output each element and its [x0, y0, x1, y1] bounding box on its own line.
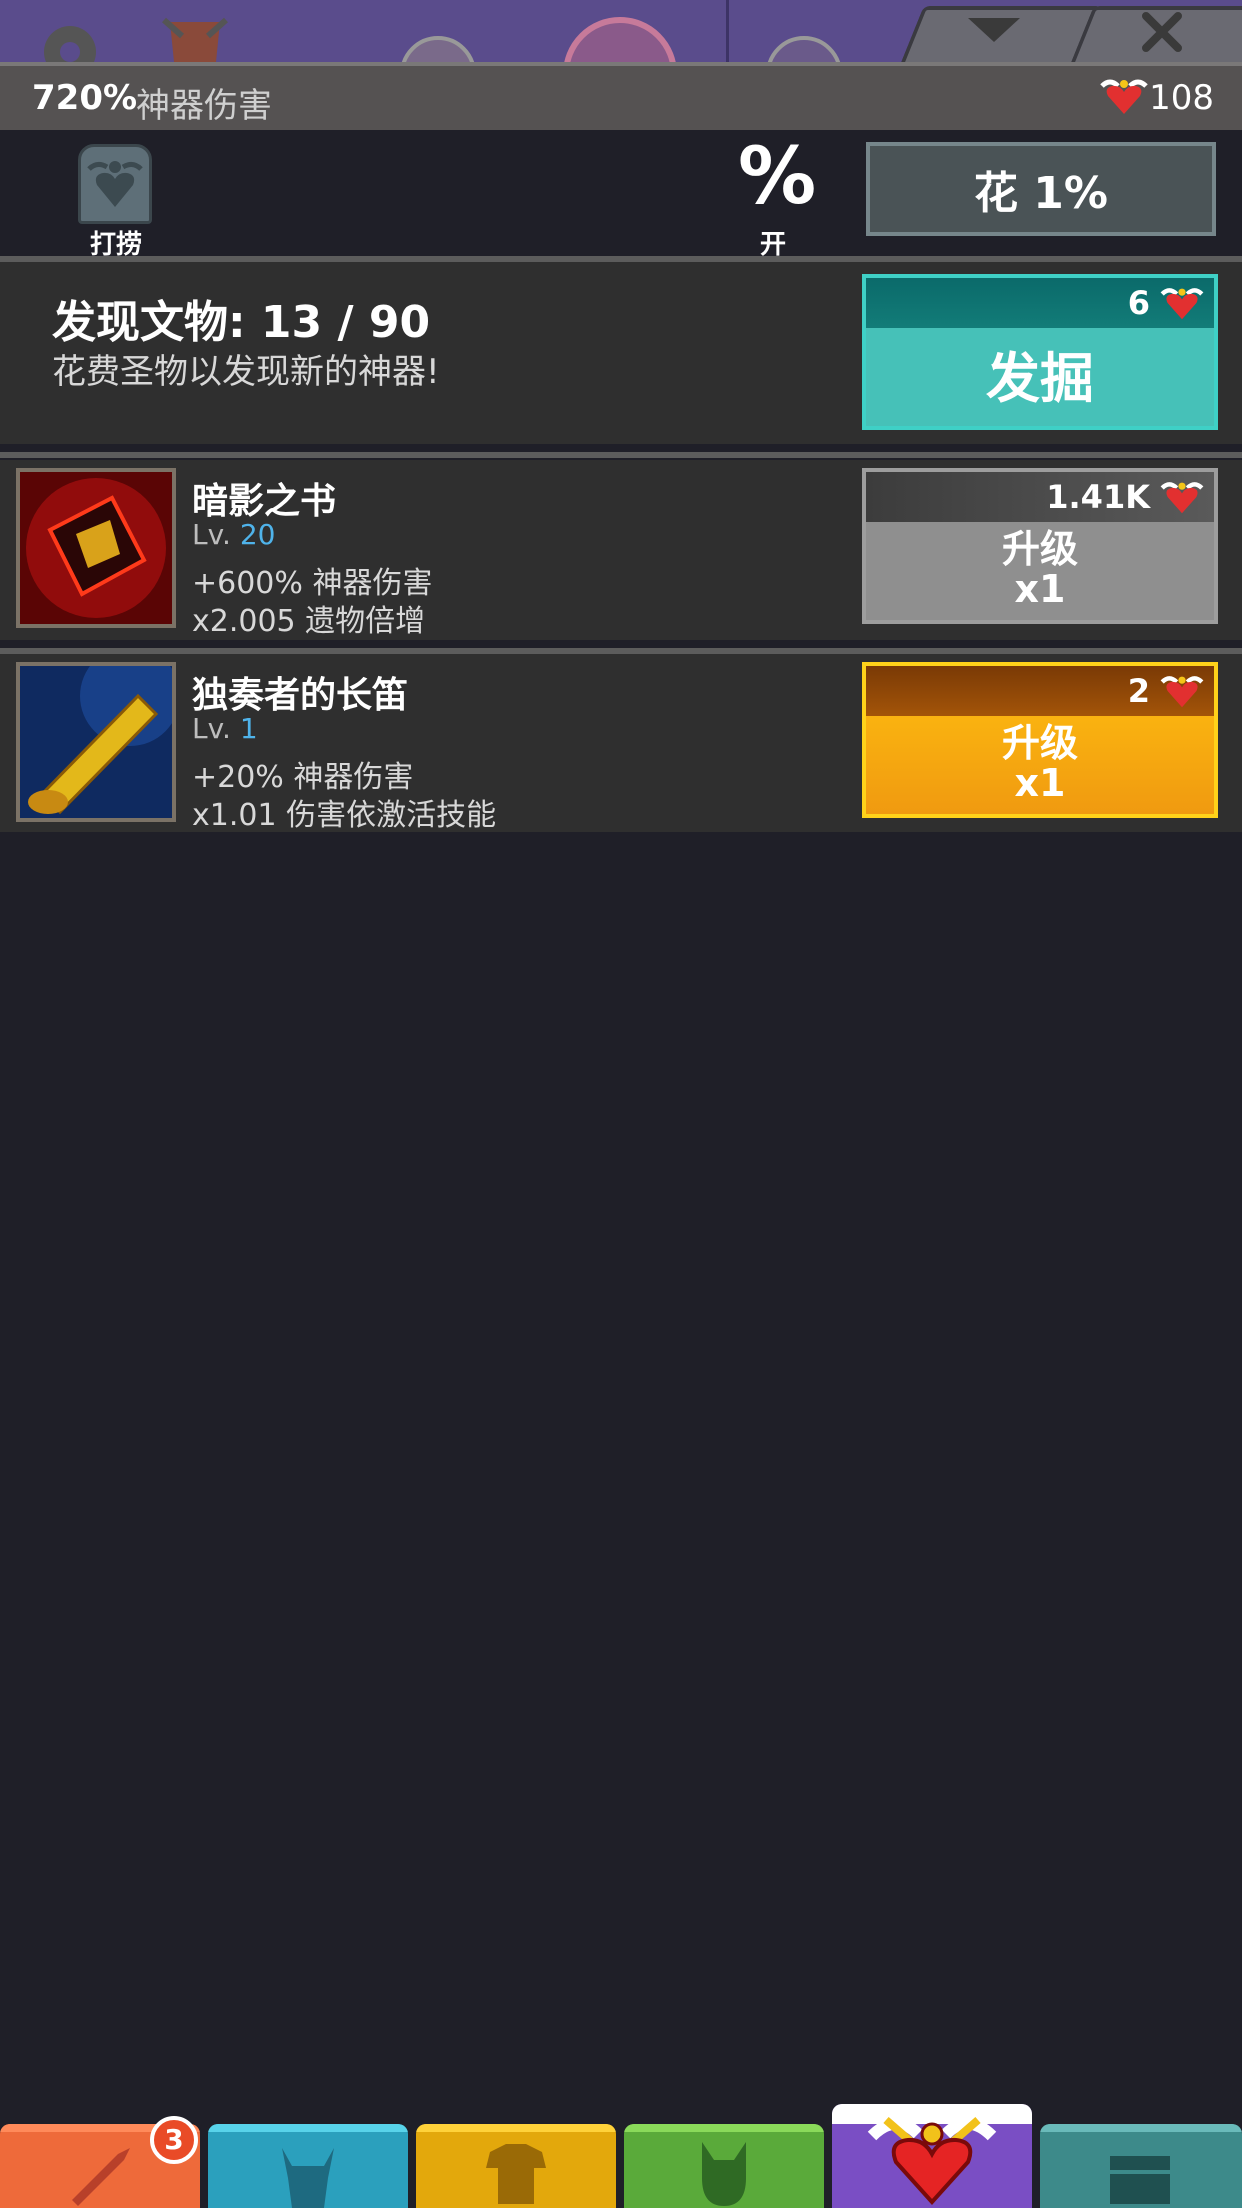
- dig-cost-bar: 6: [866, 278, 1214, 328]
- dark-spellbook-icon: [16, 468, 176, 628]
- salvage-button[interactable]: [78, 144, 152, 224]
- artifact-heart-icon: [867, 2116, 997, 2205]
- artifact-row: 暗影之书 Lv. 20 +600% 神器伤害 x2.005 遗物倍增 1.41K…: [0, 460, 1242, 640]
- hero-portrait-icon[interactable]: [398, 34, 478, 62]
- nav-tab-artifacts[interactable]: [832, 2104, 1032, 2208]
- artifact-row: 独奏者的长笛 Lv. 1 +20% 神器伤害 x1.01 伤害依激活技能 2 升…: [0, 654, 1242, 833]
- salvage-heart-icon: [87, 161, 143, 207]
- upgrade-cost: 2: [1127, 672, 1150, 710]
- hud-divider: [726, 0, 729, 62]
- artifact-stat-bonus: x1.01 伤害依激活技能: [192, 798, 497, 833]
- artifact-level-number: 20: [239, 518, 276, 551]
- nav-tab-shop[interactable]: [1040, 2124, 1242, 2208]
- relic-count: 108: [1149, 78, 1214, 118]
- relic-heart-icon: [1160, 482, 1204, 514]
- chest-icon: [1110, 2156, 1170, 2204]
- discover-artifacts-row: 发现文物: 13 / 90 花费圣物以发现新的神器! 6 发掘: [0, 262, 1242, 444]
- artifact-stat-bonus: x2.005 遗物倍增: [192, 604, 426, 639]
- upgrade-label: 升级 x1: [1001, 721, 1078, 805]
- notification-badge: 3: [150, 2116, 198, 2164]
- viking-helmet-icon: [282, 2148, 334, 2208]
- dig-label: 发掘: [986, 347, 1094, 410]
- artifact-level: Lv. 20: [192, 518, 276, 551]
- nav-tab-heroes[interactable]: [208, 2124, 408, 2208]
- total-artifact-damage-value: 720%: [32, 78, 138, 118]
- upgrade-button[interactable]: 2 升级 x1: [862, 662, 1218, 818]
- total-artifact-damage-label: 神器伤害: [136, 86, 272, 126]
- salvage-row: 打捞 % 开 花 1%: [0, 130, 1242, 260]
- discover-subtitle: 花费圣物以发现新的神器!: [52, 352, 440, 392]
- close-icon[interactable]: [1140, 10, 1184, 54]
- dig-button[interactable]: 6 发掘: [862, 274, 1218, 430]
- percent-toggle[interactable]: %: [738, 138, 816, 216]
- upgrade-button[interactable]: 1.41K 升级 x1: [862, 468, 1218, 624]
- relic-heart-icon: [1160, 288, 1204, 320]
- upgrade-cost-bar: 2: [866, 666, 1214, 716]
- artifact-level-number: 1: [239, 712, 258, 745]
- relic-heart-icon: [1100, 79, 1148, 114]
- upgrade-cost-bar: 1.41K: [866, 472, 1214, 522]
- shirt-icon: [486, 2144, 546, 2204]
- relic-heart-icon: [1160, 676, 1204, 708]
- section-divider: [0, 452, 1242, 458]
- sword-icon: [72, 2148, 130, 2206]
- upgrade-cost: 1.41K: [1046, 478, 1150, 516]
- upgrade-label: 升级 x1: [1001, 527, 1078, 611]
- chevron-down-icon[interactable]: [964, 12, 1024, 48]
- nav-tab-equipment[interactable]: [416, 2124, 616, 2208]
- discover-title: 发现文物: 13 / 90: [52, 297, 431, 348]
- artifact-name: 暗影之书: [192, 481, 337, 522]
- skill-portrait-icon[interactable]: [764, 34, 844, 62]
- dig-cost: 6: [1127, 284, 1150, 322]
- pet-icon: [702, 2142, 746, 2206]
- clan-shield-icon[interactable]: [160, 16, 230, 62]
- settings-gear-icon[interactable]: [30, 14, 110, 62]
- artifact-level: Lv. 1: [192, 712, 258, 745]
- boss-portrait-icon[interactable]: [560, 14, 680, 62]
- top-hud-strip: [0, 0, 1242, 62]
- golden-flute-icon: [16, 662, 176, 822]
- spend-percent-button[interactable]: 花 1%: [866, 142, 1216, 236]
- nav-tab-pets[interactable]: [624, 2124, 824, 2208]
- artifact-damage-header: 720% 神器伤害 108: [0, 62, 1242, 130]
- artifact-name: 独奏者的长笛: [192, 675, 409, 716]
